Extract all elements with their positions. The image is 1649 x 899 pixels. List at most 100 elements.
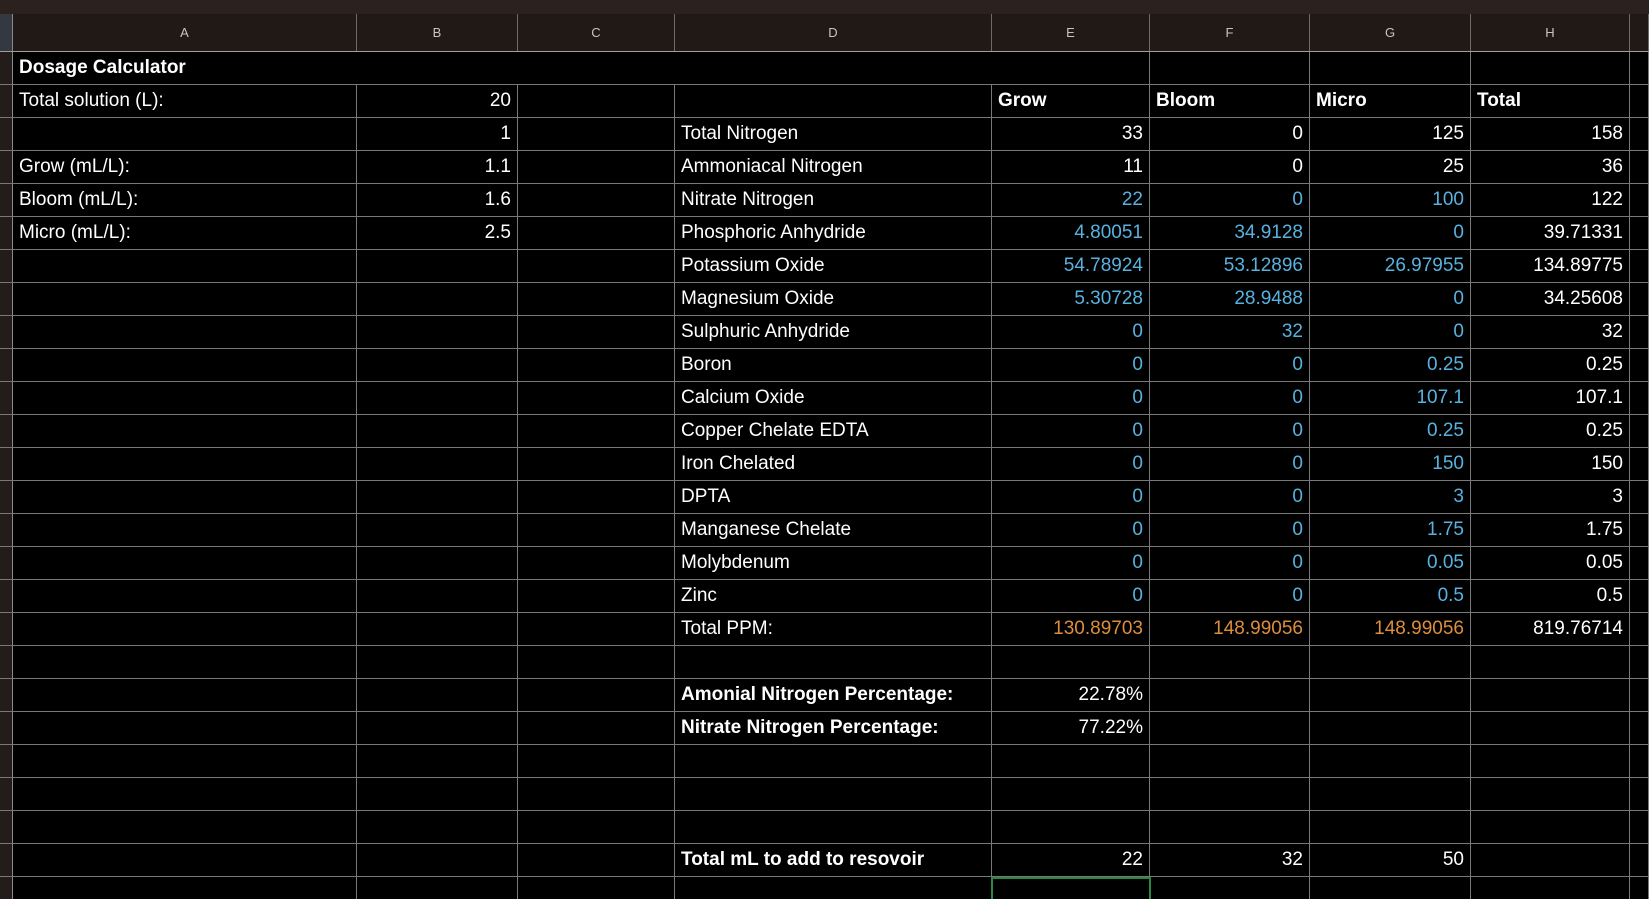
cell-F25[interactable]: 32 xyxy=(1150,844,1310,876)
row-header-6[interactable] xyxy=(0,217,13,249)
cell-A8[interactable] xyxy=(13,283,357,315)
cell-D25[interactable]: Total mL to add to resovoir xyxy=(675,844,992,876)
cell-I1[interactable] xyxy=(1630,52,1649,84)
cell-F19[interactable] xyxy=(1150,646,1310,678)
cell-C24[interactable] xyxy=(518,811,675,843)
cell-F12[interactable]: 0 xyxy=(1150,415,1310,447)
cell-I6[interactable] xyxy=(1630,217,1649,249)
cell-F4[interactable]: 0 xyxy=(1150,151,1310,183)
cell-G8[interactable]: 0 xyxy=(1310,283,1471,315)
cell-F24[interactable] xyxy=(1150,811,1310,843)
cell-I2[interactable] xyxy=(1630,85,1649,117)
cell-E11[interactable]: 0 xyxy=(992,382,1150,414)
cell-C26[interactable] xyxy=(518,877,675,899)
cell-G25[interactable]: 50 xyxy=(1310,844,1471,876)
cell-D13[interactable]: Iron Chelated xyxy=(675,448,992,480)
cell-C21[interactable] xyxy=(518,712,675,744)
cell-H6[interactable]: 39.71331 xyxy=(1471,217,1630,249)
cell-B16[interactable] xyxy=(357,547,518,579)
cell-E18[interactable]: 130.89703 xyxy=(992,613,1150,645)
row-header-18[interactable] xyxy=(0,613,13,645)
cell-E17[interactable]: 0 xyxy=(992,580,1150,612)
col-header-H[interactable]: H xyxy=(1471,14,1630,51)
cell-H4[interactable]: 36 xyxy=(1471,151,1630,183)
cell-F7[interactable]: 53.12896 xyxy=(1150,250,1310,282)
cell-I11[interactable] xyxy=(1630,382,1649,414)
cell-H11[interactable]: 107.1 xyxy=(1471,382,1630,414)
cell-A9[interactable] xyxy=(13,316,357,348)
cell-F9[interactable]: 32 xyxy=(1150,316,1310,348)
cell-H14[interactable]: 3 xyxy=(1471,481,1630,513)
cell-G17[interactable]: 0.5 xyxy=(1310,580,1471,612)
cell-F16[interactable]: 0 xyxy=(1150,547,1310,579)
cell-D8[interactable]: Magnesium Oxide xyxy=(675,283,992,315)
cell-F18[interactable]: 148.99056 xyxy=(1150,613,1310,645)
cell-H17[interactable]: 0.5 xyxy=(1471,580,1630,612)
cell-D19[interactable] xyxy=(675,646,992,678)
cell-C9[interactable] xyxy=(518,316,675,348)
cell-F8[interactable]: 28.9488 xyxy=(1150,283,1310,315)
cell-C11[interactable] xyxy=(518,382,675,414)
cell-C4[interactable] xyxy=(518,151,675,183)
row-header-22[interactable] xyxy=(0,745,13,777)
cell-A4[interactable]: Grow (mL/L): xyxy=(13,151,357,183)
cell-H5[interactable]: 122 xyxy=(1471,184,1630,216)
cell-C10[interactable] xyxy=(518,349,675,381)
row-header-10[interactable] xyxy=(0,349,13,381)
cell-A15[interactable] xyxy=(13,514,357,546)
cell-I13[interactable] xyxy=(1630,448,1649,480)
cell-G1[interactable] xyxy=(1310,52,1471,84)
cell-H9[interactable]: 32 xyxy=(1471,316,1630,348)
cell-F17[interactable]: 0 xyxy=(1150,580,1310,612)
row-header-21[interactable] xyxy=(0,712,13,744)
cell-A25[interactable] xyxy=(13,844,357,876)
cell-G13[interactable]: 150 xyxy=(1310,448,1471,480)
cell-H8[interactable]: 34.25608 xyxy=(1471,283,1630,315)
cell-H3[interactable]: 158 xyxy=(1471,118,1630,150)
cell-A21[interactable] xyxy=(13,712,357,744)
cell-E19[interactable] xyxy=(992,646,1150,678)
cell-G16[interactable]: 0.05 xyxy=(1310,547,1471,579)
cell-B2[interactable]: 20 xyxy=(357,85,518,117)
cell-E7[interactable]: 54.78924 xyxy=(992,250,1150,282)
cell-A24[interactable] xyxy=(13,811,357,843)
cell-A19[interactable] xyxy=(13,646,357,678)
cell-E8[interactable]: 5.30728 xyxy=(992,283,1150,315)
cell-B25[interactable] xyxy=(357,844,518,876)
cell-E14[interactable]: 0 xyxy=(992,481,1150,513)
cell-G11[interactable]: 107.1 xyxy=(1310,382,1471,414)
cell-A7[interactable] xyxy=(13,250,357,282)
cell-D26[interactable] xyxy=(675,877,992,899)
cell-B24[interactable] xyxy=(357,811,518,843)
cell-D16[interactable]: Molybdenum xyxy=(675,547,992,579)
row-header-9[interactable] xyxy=(0,316,13,348)
cell-B11[interactable] xyxy=(357,382,518,414)
cell-F23[interactable] xyxy=(1150,778,1310,810)
cell-D2[interactable] xyxy=(675,85,992,117)
row-header-25[interactable] xyxy=(0,844,13,876)
cell-A26[interactable] xyxy=(13,877,357,899)
cell-G3[interactable]: 125 xyxy=(1310,118,1471,150)
cell-C2[interactable] xyxy=(518,85,675,117)
cell-H24[interactable] xyxy=(1471,811,1630,843)
row-header-14[interactable] xyxy=(0,481,13,513)
cell-C22[interactable] xyxy=(518,745,675,777)
cell-I23[interactable] xyxy=(1630,778,1649,810)
cell-I8[interactable] xyxy=(1630,283,1649,315)
cell-G10[interactable]: 0.25 xyxy=(1310,349,1471,381)
cell-A12[interactable] xyxy=(13,415,357,447)
cell-E2[interactable]: Grow xyxy=(992,85,1150,117)
cell-H10[interactable]: 0.25 xyxy=(1471,349,1630,381)
cell-F21[interactable] xyxy=(1150,712,1310,744)
cell-E25[interactable]: 22 xyxy=(992,844,1150,876)
cell-A13[interactable] xyxy=(13,448,357,480)
cell-D20[interactable]: Amonial Nitrogen Percentage: xyxy=(675,679,992,711)
cell-F22[interactable] xyxy=(1150,745,1310,777)
cell-B5[interactable]: 1.6 xyxy=(357,184,518,216)
row-header-4[interactable] xyxy=(0,151,13,183)
cell-D17[interactable]: Zinc xyxy=(675,580,992,612)
cell-D9[interactable]: Sulphuric Anhydride xyxy=(675,316,992,348)
cell-B14[interactable] xyxy=(357,481,518,513)
row-header-11[interactable] xyxy=(0,382,13,414)
cell-E15[interactable]: 0 xyxy=(992,514,1150,546)
